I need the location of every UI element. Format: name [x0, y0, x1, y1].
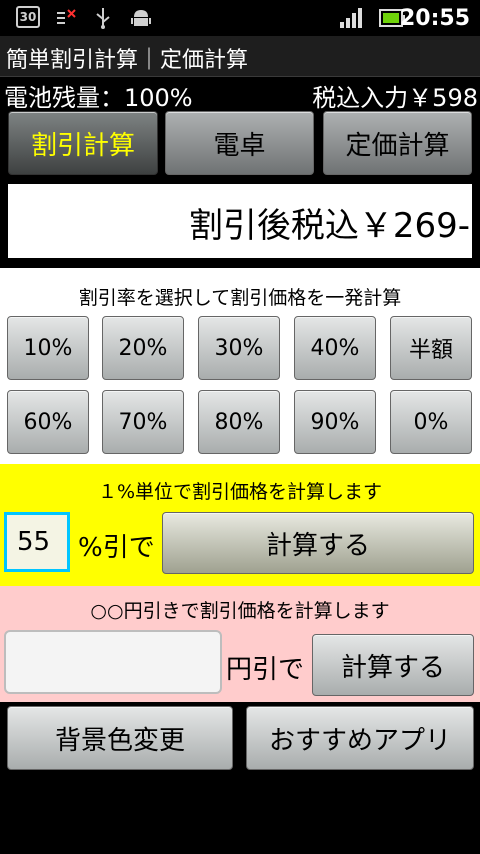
discount-0-button[interactable]: 0% [390, 390, 472, 454]
clock: 20:55 [399, 6, 470, 31]
discount-half-button[interactable]: 半額 [390, 316, 472, 380]
battery-level: 電池残量：100% [4, 84, 193, 112]
yen-input[interactable] [4, 630, 222, 694]
yen-caption: ○○円引きで割引価格を計算します [90, 600, 390, 622]
tax-input-value: 税込入力￥598 [312, 84, 478, 112]
discount-70-button[interactable]: 70% [102, 390, 184, 454]
yen-suffix: 円引で [226, 655, 305, 685]
discount-40-button[interactable]: 40% [294, 316, 376, 380]
discount-10-button[interactable]: 10% [7, 316, 89, 380]
percent-caption: １%単位で割引価格を計算します [97, 481, 383, 503]
android-debug-icon [130, 6, 152, 30]
percent-calc-button[interactable]: 計算する [162, 512, 474, 574]
missed-call-icon [54, 6, 78, 30]
signal-icon [338, 6, 364, 30]
calendar-day: 30 [19, 10, 37, 24]
usb-icon [92, 6, 114, 30]
app-title: 簡単割引計算｜定価計算 [6, 48, 249, 73]
tab-calculator[interactable]: 電卓 [165, 111, 314, 175]
percent-suffix: %引で [78, 533, 155, 563]
discount-90-button[interactable]: 90% [294, 390, 376, 454]
recommended-apps-button[interactable]: おすすめアプリ [246, 706, 474, 770]
info-bar: 電池残量：100% 税込入力￥598 [0, 78, 480, 112]
preset-caption: 割引率を選択して割引価格を一発計算 [78, 287, 402, 309]
tab-list-price[interactable]: 定価計算 [323, 111, 472, 175]
title-bar: 簡単割引計算｜定価計算 [0, 36, 480, 77]
change-bg-color-button[interactable]: 背景色変更 [7, 706, 233, 770]
calendar-icon: 30 [16, 6, 40, 28]
discount-80-button[interactable]: 80% [198, 390, 280, 454]
result-text: 割引後税込￥269- [188, 206, 470, 246]
percent-input[interactable] [4, 512, 70, 572]
status-bar: 30 20:55 [0, 0, 480, 36]
discount-60-button[interactable]: 60% [7, 390, 89, 454]
yen-calc-button[interactable]: 計算する [312, 634, 474, 696]
discount-20-button[interactable]: 20% [102, 316, 184, 380]
result-display: 割引後税込￥269- [8, 184, 472, 258]
tab-discount[interactable]: 割引計算 [8, 111, 158, 175]
discount-30-button[interactable]: 30% [198, 316, 280, 380]
